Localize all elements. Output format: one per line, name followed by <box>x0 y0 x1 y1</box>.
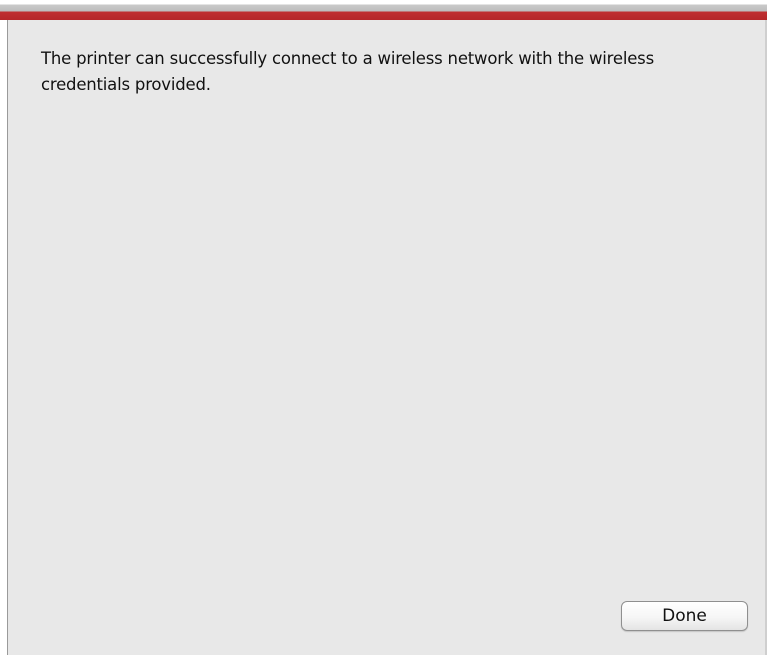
done-button[interactable]: Done <box>621 601 748 631</box>
dialog-window: The printer can successfully connect to … <box>0 0 767 655</box>
done-button-label: Done <box>662 606 707 626</box>
title-bar <box>0 0 767 20</box>
status-message: The printer can successfully connect to … <box>41 49 654 94</box>
left-border <box>0 20 8 655</box>
